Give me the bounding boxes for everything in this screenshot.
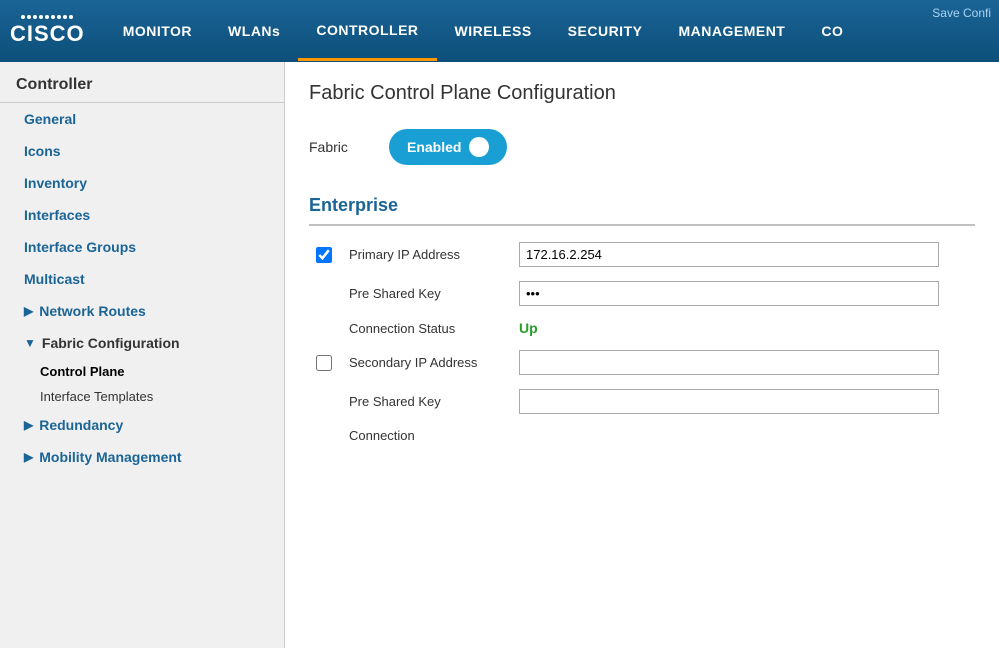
primary-ip-input[interactable] — [519, 242, 939, 267]
fabric-row: Fabric Enabled — [309, 129, 975, 165]
sidebar-sub-item-control-plane[interactable]: Control Plane — [0, 359, 284, 384]
sidebar: Controller General Icons Inventory Inter… — [0, 62, 285, 648]
nav-management[interactable]: MANAGEMENT — [660, 3, 803, 59]
sidebar-item-mobility-management[interactable]: ▶ Mobility Management — [0, 441, 284, 473]
fabric-label: Fabric — [309, 139, 369, 155]
nav-wireless[interactable]: WIRELESS — [437, 3, 550, 59]
toggle-circle-icon — [469, 137, 489, 157]
primary-psk-input[interactable] — [519, 281, 939, 306]
cisco-dots — [21, 15, 73, 19]
primary-ip-row: Primary IP Address — [309, 242, 975, 267]
sidebar-sub-item-interface-templates[interactable]: Interface Templates — [0, 384, 284, 409]
secondary-ip-row: Secondary IP Address — [309, 350, 975, 375]
sidebar-item-redundancy[interactable]: ▶ Redundancy — [0, 409, 284, 441]
main-layout: Controller General Icons Inventory Inter… — [0, 62, 999, 648]
secondary-psk-row: Pre Shared Key — [309, 389, 975, 414]
cisco-brand-text: CISCO — [10, 21, 85, 47]
secondary-connection-label: Connection — [349, 428, 509, 443]
nav-security[interactable]: SECURITY — [550, 3, 661, 59]
secondary-connection-row: Connection — [309, 428, 975, 443]
connection-status-label: Connection Status — [349, 321, 509, 336]
fabric-toggle-button[interactable]: Enabled — [389, 129, 507, 165]
secondary-psk-label: Pre Shared Key — [349, 394, 509, 409]
section-divider — [309, 224, 975, 226]
fabric-config-expand-icon: ▼ — [24, 336, 36, 350]
save-config-link[interactable]: Save Confi — [924, 2, 999, 24]
sidebar-title: Controller — [0, 62, 284, 103]
page-title: Fabric Control Plane Configuration — [309, 82, 975, 105]
sidebar-item-interface-groups[interactable]: Interface Groups — [0, 231, 284, 263]
nav-menu: MONITOR WLANs CONTROLLER WIRELESS SECURI… — [105, 2, 989, 61]
primary-psk-row: Pre Shared Key — [309, 281, 975, 306]
nav-co[interactable]: CO — [803, 3, 861, 59]
nav-monitor[interactable]: MONITOR — [105, 3, 210, 59]
sidebar-item-general[interactable]: General — [0, 103, 284, 135]
fabric-toggle-label: Enabled — [407, 139, 461, 155]
redundancy-expand-icon: ▶ — [24, 418, 33, 432]
primary-psk-label: Pre Shared Key — [349, 286, 509, 301]
sidebar-item-fabric-configuration[interactable]: ▼ Fabric Configuration — [0, 327, 284, 359]
secondary-ip-checkbox[interactable] — [316, 355, 332, 371]
cisco-logo: CISCO — [10, 15, 85, 47]
network-routes-expand-icon: ▶ — [24, 304, 33, 318]
sidebar-item-network-routes[interactable]: ▶ Network Routes — [0, 295, 284, 327]
secondary-psk-input[interactable] — [519, 389, 939, 414]
topbar: CISCO MONITOR WLANs CONTROLLER WIRELESS … — [0, 0, 999, 62]
connection-status-value: Up — [519, 320, 538, 336]
sidebar-item-multicast[interactable]: Multicast — [0, 263, 284, 295]
primary-ip-label: Primary IP Address — [349, 247, 509, 262]
sidebar-item-interfaces[interactable]: Interfaces — [0, 199, 284, 231]
nav-wlans[interactable]: WLANs — [210, 3, 298, 59]
mobility-expand-icon: ▶ — [24, 450, 33, 464]
secondary-ip-input[interactable] — [519, 350, 939, 375]
secondary-ip-label: Secondary IP Address — [349, 355, 509, 370]
nav-controller[interactable]: CONTROLLER — [298, 2, 436, 61]
primary-ip-checkbox[interactable] — [316, 247, 332, 263]
enterprise-section-title: Enterprise — [309, 195, 975, 216]
content-area: Fabric Control Plane Configuration Fabri… — [285, 62, 999, 648]
sidebar-item-inventory[interactable]: Inventory — [0, 167, 284, 199]
sidebar-item-icons[interactable]: Icons — [0, 135, 284, 167]
primary-connection-row: Connection Status Up — [309, 320, 975, 336]
